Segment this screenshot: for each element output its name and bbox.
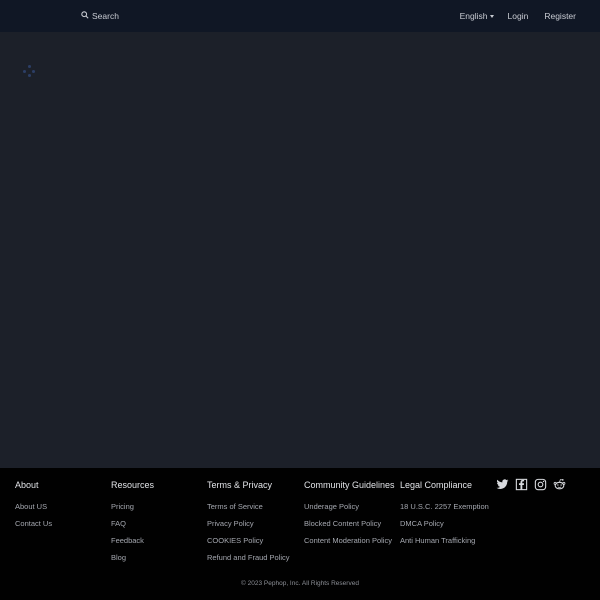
- footer-link-privacy-policy[interactable]: Privacy Policy: [207, 519, 290, 536]
- search-label: Search: [92, 11, 119, 21]
- footer-link-refund-policy[interactable]: Refund and Fraud Policy: [207, 553, 290, 570]
- footer-column-community: Community Guidelines Underage Policy Blo…: [304, 479, 395, 553]
- social-links: [496, 478, 566, 491]
- top-navbar: Search English Login Register: [0, 0, 600, 32]
- footer-heading: About: [15, 480, 39, 490]
- footer-link-faq[interactable]: FAQ: [111, 519, 154, 536]
- footer-column-legal: Legal Compliance 18 U.S.C. 2257 Exemptio…: [400, 479, 489, 553]
- footer-heading: Terms & Privacy: [207, 480, 273, 490]
- main-content: [0, 32, 600, 468]
- facebook-icon[interactable]: [515, 478, 528, 491]
- language-label: English: [459, 11, 488, 21]
- footer-link-anti-human-trafficking[interactable]: Anti Human Trafficking: [400, 536, 489, 553]
- login-link[interactable]: Login: [508, 11, 529, 21]
- footer-link-cookies-policy[interactable]: COOKIES Policy: [207, 536, 290, 553]
- footer-link-blog[interactable]: Blog: [111, 553, 154, 570]
- loading-spinner-icon: [23, 65, 35, 77]
- caret-down-icon: [489, 15, 494, 18]
- header-actions: English Login Register: [460, 9, 576, 23]
- footer-link-dmca-policy[interactable]: DMCA Policy: [400, 519, 489, 536]
- footer-link-feedback[interactable]: Feedback: [111, 536, 154, 553]
- footer-link-pricing[interactable]: Pricing: [111, 502, 154, 519]
- footer-link-blocked-content-policy[interactable]: Blocked Content Policy: [304, 519, 395, 536]
- search-icon: [81, 11, 89, 21]
- site-footer: About About US Contact Us Resources Pric…: [0, 468, 600, 600]
- footer-column-resources: Resources Pricing FAQ Feedback Blog: [111, 479, 154, 570]
- search-button[interactable]: Search: [81, 9, 119, 23]
- register-link[interactable]: Register: [544, 11, 576, 21]
- footer-link-content-moderation-policy[interactable]: Content Moderation Policy: [304, 536, 395, 553]
- twitter-icon[interactable]: [496, 478, 509, 491]
- footer-heading: Legal Compliance: [400, 480, 473, 490]
- footer-heading: Resources: [111, 480, 155, 490]
- language-selector[interactable]: English: [460, 11, 494, 21]
- footer-link-underage-policy[interactable]: Underage Policy: [304, 502, 395, 519]
- footer-column-about: About About US Contact Us: [15, 479, 52, 536]
- footer-link-about-us[interactable]: About US: [15, 502, 52, 519]
- footer-link-2257-exemption[interactable]: 18 U.S.C. 2257 Exemption: [400, 502, 489, 519]
- instagram-icon[interactable]: [534, 478, 547, 491]
- footer-heading: Community Guidelines: [304, 480, 395, 490]
- reddit-icon[interactable]: [553, 478, 566, 491]
- copyright-text: © 2023 Pephop, Inc. All Rights Reserved: [241, 580, 359, 587]
- footer-column-terms: Terms & Privacy Terms of Service Privacy…: [207, 479, 290, 570]
- footer-link-contact-us[interactable]: Contact Us: [15, 519, 52, 536]
- footer-link-terms-of-service[interactable]: Terms of Service: [207, 502, 290, 519]
